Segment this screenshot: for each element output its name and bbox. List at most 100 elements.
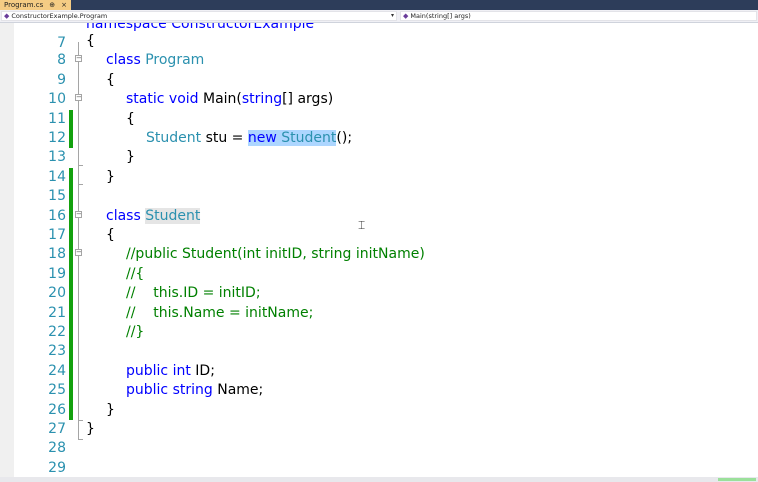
comment-text: //public Student(int initID, string init… [126,246,425,263]
code-line-16: 16 [0,187,758,224]
code-line-15: 15 } [0,167,758,204]
change-indicator [69,284,73,304]
code-text: class Program [106,51,204,70]
code-line-21: 21 // this.ID = initID; [0,284,758,321]
line-number: 29 [48,459,66,476]
change-indicator [69,323,73,343]
code-text: static void Main(string[] args) [126,90,333,109]
tab-label: Program.cs [4,1,44,9]
type-name: Student [281,130,337,146]
code-text: { [106,227,115,243]
code-line-9: 9 − class Program [0,51,758,87]
code-line-11: 11 − static void Main(string[] args) [0,90,758,126]
code-text: class Student [106,207,201,226]
member-dropdown-value: Main(string[] args) [410,12,471,20]
class-icon: ◆ [4,12,10,20]
code-text: { [86,33,95,49]
navigation-bar: ◆ ConstructorExample.Program ▾ ◆ Main(st… [0,10,758,23]
change-indicator [69,206,73,226]
change-indicator [69,342,73,362]
code-line-20: 20 //{ [0,264,758,301]
change-indicator [69,381,73,401]
code-rest: ID; [190,362,215,379]
comment-text: // this.ID = initID; [126,285,261,302]
code-line-29: 29 [0,439,758,476]
code-line-10: 10 { [0,71,758,107]
comment-text: // this.Name = initName; [126,304,314,321]
code-line-27: 27 } [0,400,758,437]
code-line-12: 12 { [0,109,758,146]
code-text: { [126,110,135,127]
change-indicator [69,361,73,382]
keyword: new [247,130,277,146]
code-text: } [86,421,95,437]
change-indicator [69,400,73,420]
code-line-18: 18 { [0,226,758,262]
keyword: public [126,382,169,399]
change-indicator [69,226,73,246]
code-text: } [106,401,115,418]
code-line-22: 22 // this.Name = initName; [0,303,758,340]
type-name: Program [145,52,205,69]
collapse-toggle-icon[interactable]: − [75,94,82,102]
change-indicator [69,109,73,129]
change-indicator [69,187,73,207]
code-rest: (); [336,130,353,146]
keyword: string [241,91,283,108]
code-text: { [106,71,115,88]
code-text: public string Name; [126,381,263,400]
code-rest: [] args) [282,91,334,108]
document-tab-strip: Program.cs ⊕ × [0,0,758,10]
code-line-17: 17 − class Student [0,206,758,243]
code-line-14: 14 } [0,148,758,184]
type-dropdown[interactable]: ◆ ConstructorExample.Program ▾ [1,11,397,21]
code-text: } [126,149,135,166]
method-name: Main( [203,91,242,108]
type-name-highlighted: Student [145,207,201,224]
close-icon[interactable]: × [61,0,67,10]
change-indicator [69,167,73,188]
type-name: Student [146,130,202,146]
type-dropdown-value: ConstructorExample.Program [11,12,108,20]
code-text: } [106,168,115,185]
keyword: public [126,362,169,379]
horizontal-scrollbar[interactable] [0,477,758,482]
text-cursor-icon: ⌶ [358,218,366,232]
pin-icon[interactable]: ⊕ [49,0,55,10]
code-line-19: 19 − //public Student(int initID, string… [0,245,758,282]
code-rest: Name; [212,382,264,399]
collapse-toggle-icon[interactable]: − [75,55,82,63]
code-line-23: 23 //} [0,323,758,359]
code-line-28: 28 } [0,420,758,456]
change-indicator [69,245,73,265]
code-text: Student stu = new Student(); [146,129,352,148]
change-indicator [69,264,73,285]
collapse-toggle-icon[interactable]: − [75,249,82,257]
comment-text: //{ [126,265,145,282]
scrollbar-thumb[interactable] [718,478,756,481]
chevron-down-icon[interactable]: ▾ [391,12,394,20]
code-line-13: 13 Student stu = new Student(); [0,129,758,165]
keyword: class [106,207,141,224]
comment-text: //} [126,324,145,340]
code-text: public int ID; [126,362,215,381]
code-line-25: 25 public int ID; [0,361,758,398]
code-mid: stu = [201,130,248,146]
change-indicator [69,129,73,149]
keyword: int [172,362,191,379]
tab-program-cs[interactable]: Program.cs ⊕ × [0,0,72,10]
selected-text[interactable]: new Student [247,130,337,146]
namespace-text: namespace ConstructorExample [86,23,315,32]
collapse-toggle-icon[interactable]: − [75,210,82,218]
code-editor[interactable]: 7 namespace ConstructorExample 8 { 9 − c… [0,23,758,477]
change-indicator [69,303,73,323]
keyword: string [172,382,213,399]
method-icon: ◆ [403,12,409,20]
code-line-24: 24 [0,342,758,379]
keyword: void [168,91,199,108]
code-line-8: 8 { [0,32,758,68]
keyword: class [106,52,141,69]
member-dropdown[interactable]: ◆ Main(string[] args) [400,11,757,21]
code-line-26: 26 public string Name; [0,381,758,418]
keyword: static [126,91,165,108]
